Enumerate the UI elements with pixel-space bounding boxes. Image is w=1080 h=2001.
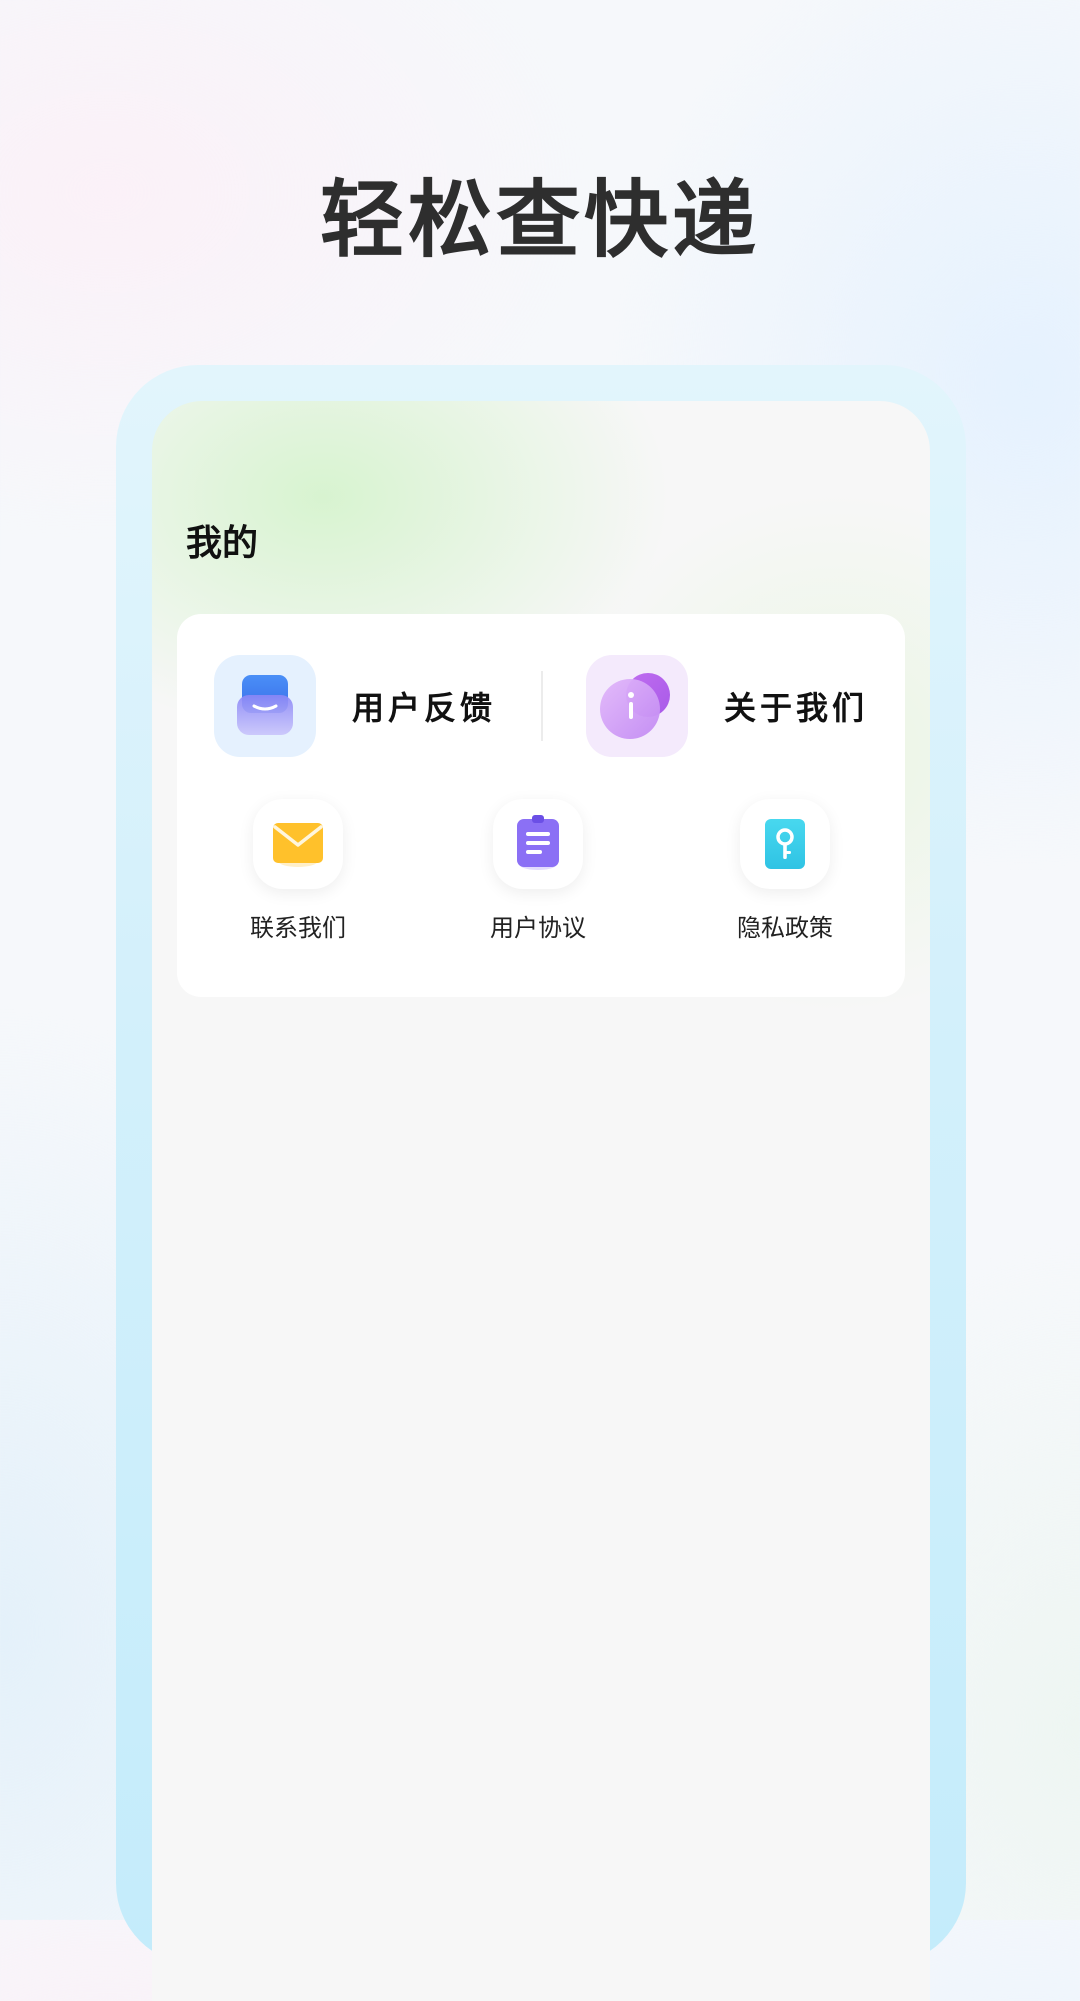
menu-card: 用户反馈 关于我们 联系我们 用户协议 隐私政策 — [177, 614, 905, 997]
info-icon — [586, 655, 688, 757]
contact-us-entry[interactable]: 联系我们 — [208, 799, 388, 945]
envelope-icon — [253, 799, 343, 889]
feedback-label: 用户反馈 — [352, 689, 497, 727]
app-headline: 轻松查快递 — [319, 171, 760, 269]
phone-screen: 我的 用户反馈 关于我们 联系我们 用户协议 隐私政策 — [152, 401, 930, 2001]
phone-frame: 我的 用户反馈 关于我们 联系我们 用户协议 隐私政策 — [116, 365, 966, 2001]
contact-us-label: 联系我们 — [250, 914, 346, 942]
page-title: 我的 — [186, 523, 259, 564]
user-agreement-label: 用户协议 — [490, 914, 586, 942]
inbox-tray-icon — [214, 655, 316, 757]
key-lock-icon — [740, 799, 830, 889]
privacy-policy-entry[interactable]: 隐私政策 — [695, 799, 875, 945]
divider — [541, 671, 543, 741]
about-label: 关于我们 — [724, 689, 869, 727]
user-agreement-entry[interactable]: 用户协议 — [448, 799, 628, 945]
feedback-entry[interactable]: 用户反馈 — [214, 655, 496, 757]
about-entry[interactable]: 关于我们 — [586, 655, 868, 757]
privacy-policy-label: 隐私政策 — [737, 914, 833, 942]
clipboard-document-icon — [493, 799, 583, 889]
